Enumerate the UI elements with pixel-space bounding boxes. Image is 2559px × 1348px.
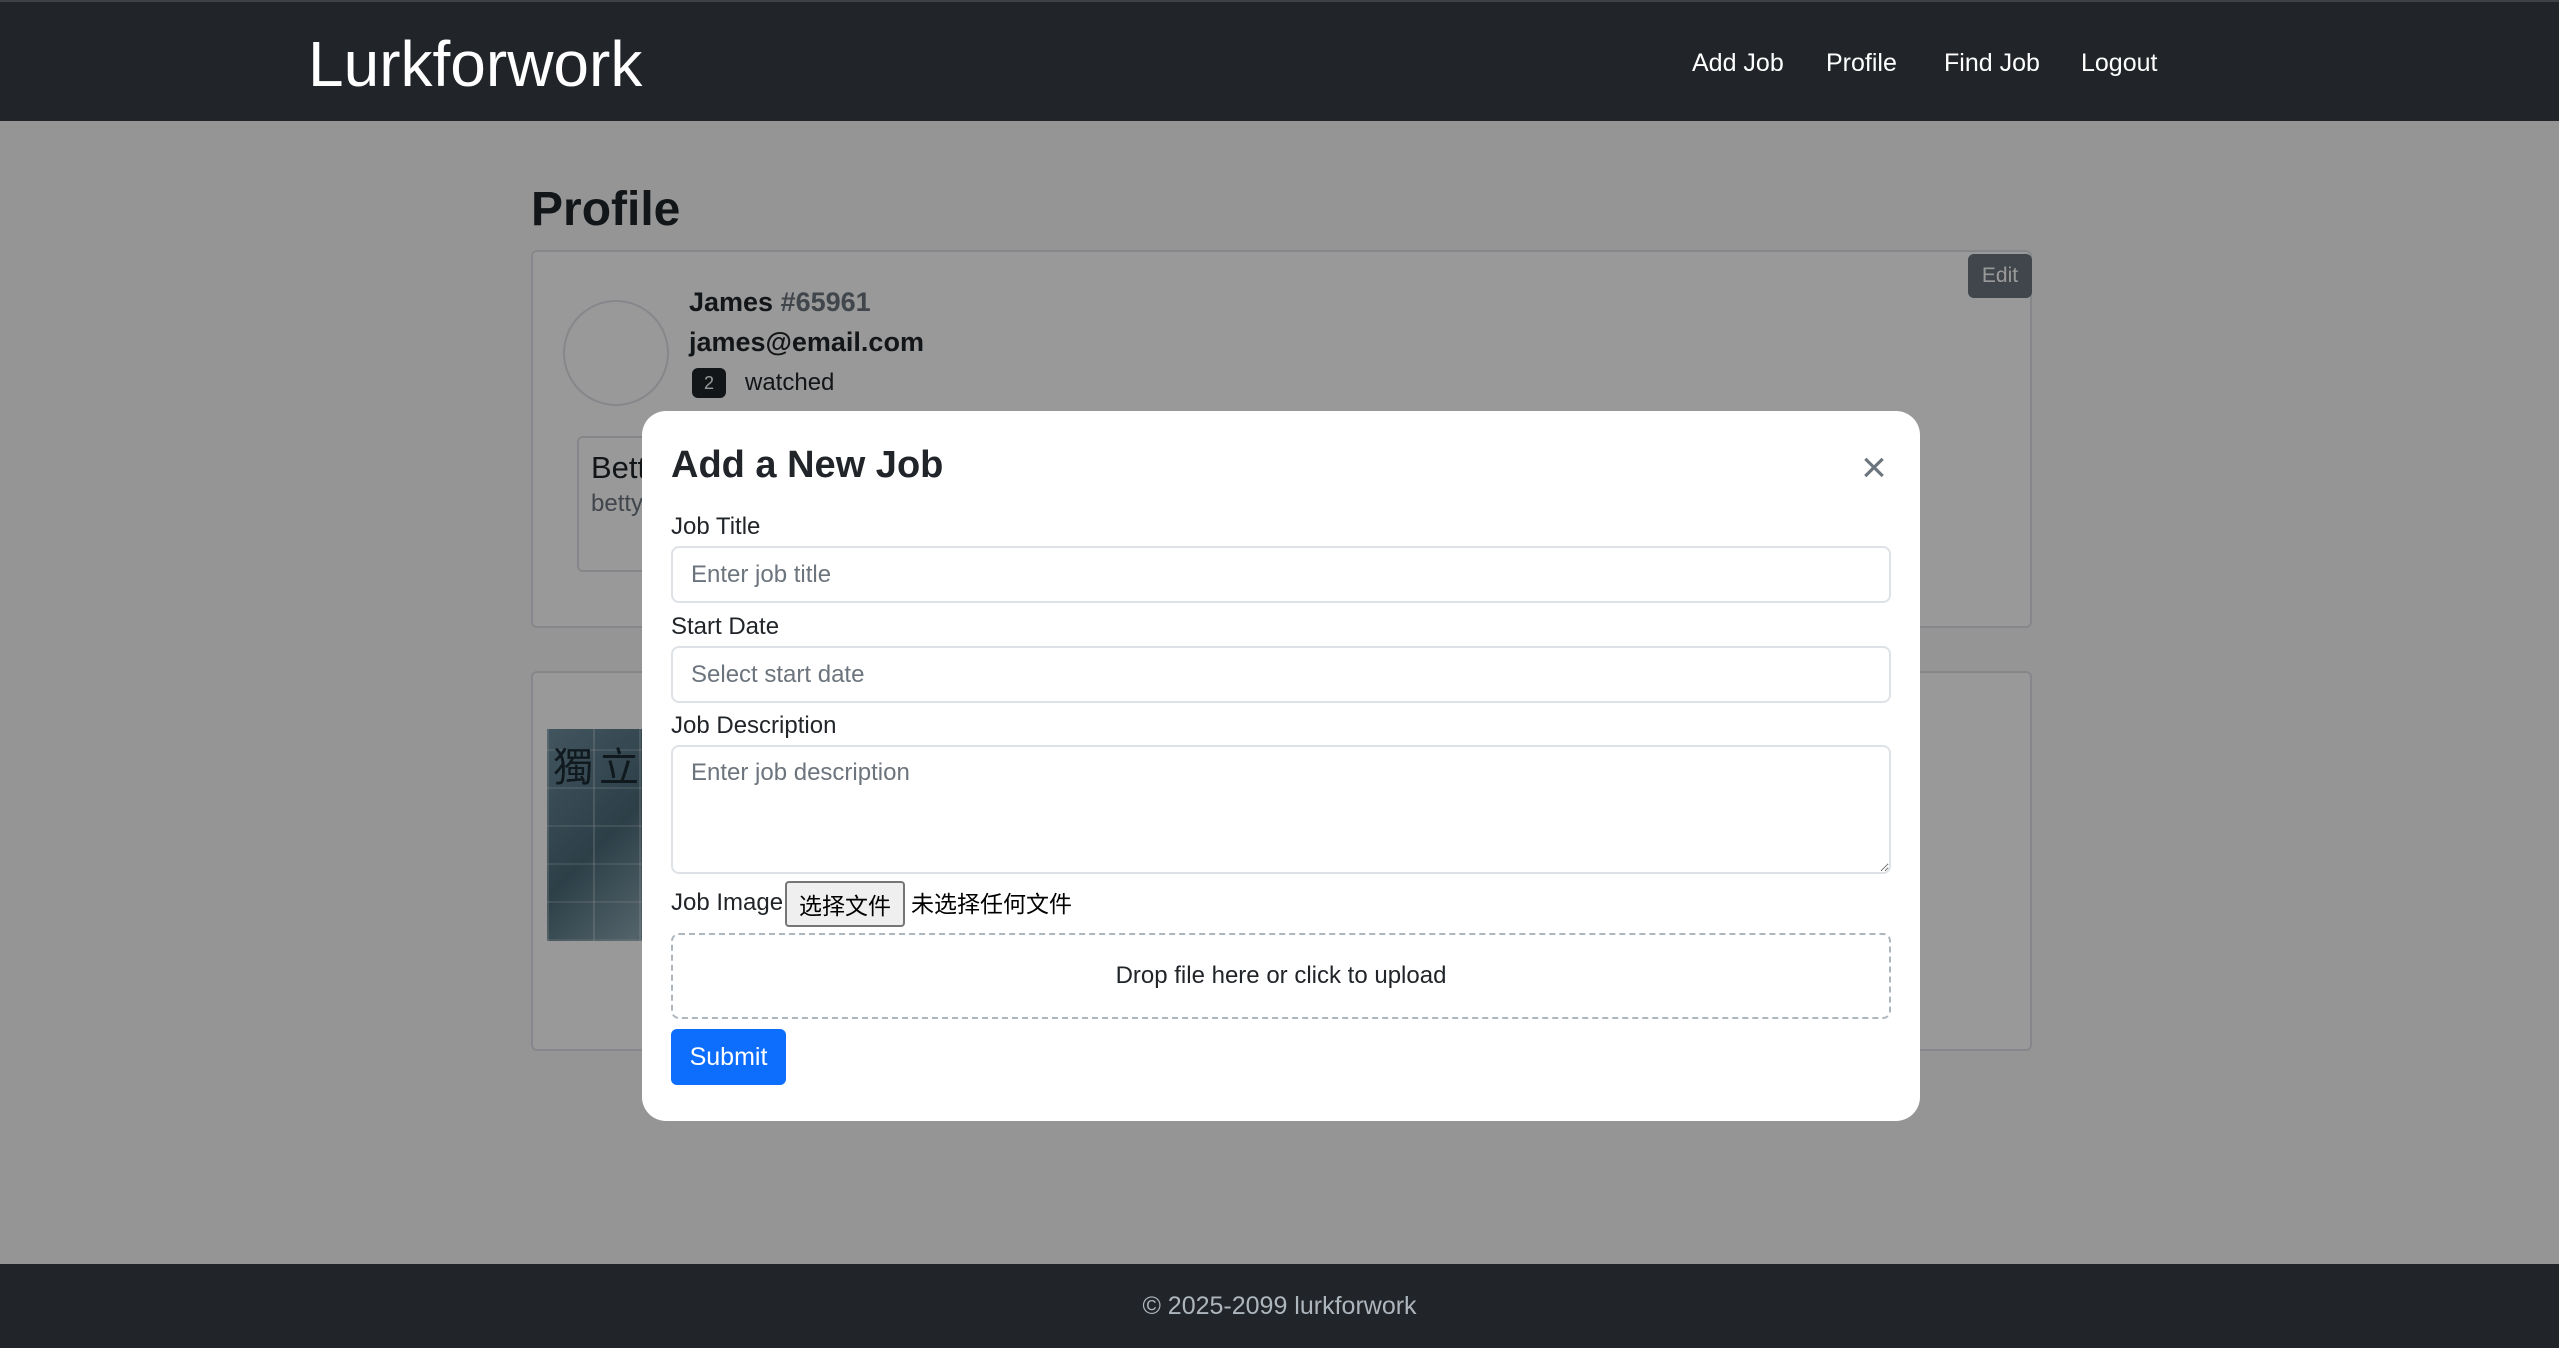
nav-logout[interactable]: Logout <box>2081 46 2157 80</box>
file-dropzone[interactable]: Drop file here or click to upload <box>671 933 1891 1019</box>
job-description-label: Job Description <box>671 712 837 739</box>
job-description-textarea[interactable] <box>671 745 1891 874</box>
job-title-label: Job Title <box>671 513 761 540</box>
modal-title: Add a New Job <box>671 444 944 486</box>
footer: © 2025-2099 lurkforwork <box>0 1264 2559 1348</box>
dropzone-text: Drop file here or click to upload <box>1115 962 1447 989</box>
footer-text: © 2025-2099 lurkforwork <box>1142 1291 1417 1320</box>
nav-profile[interactable]: Profile <box>1826 46 1897 80</box>
job-image-label: Job Image <box>671 889 784 916</box>
file-status-text: 未选择任何文件 <box>911 892 1072 918</box>
brand-logo[interactable]: Lurkforwork <box>308 26 642 102</box>
start-date-label: Start Date <box>671 613 780 640</box>
start-date-input[interactable] <box>671 646 1891 703</box>
job-title-input[interactable] <box>671 546 1891 603</box>
add-job-modal: Add a New Job × Job Title Start Date Job… <box>642 411 1920 1121</box>
choose-file-button[interactable]: 选择文件 <box>785 881 905 927</box>
close-icon[interactable]: × <box>1856 446 1892 490</box>
nav-add-job[interactable]: Add Job <box>1692 46 1784 80</box>
submit-button[interactable]: Submit <box>671 1029 786 1085</box>
navbar: Lurkforwork Add Job Profile Find Job Log… <box>0 0 2559 121</box>
nav-find-job[interactable]: Find Job <box>1944 46 2040 80</box>
